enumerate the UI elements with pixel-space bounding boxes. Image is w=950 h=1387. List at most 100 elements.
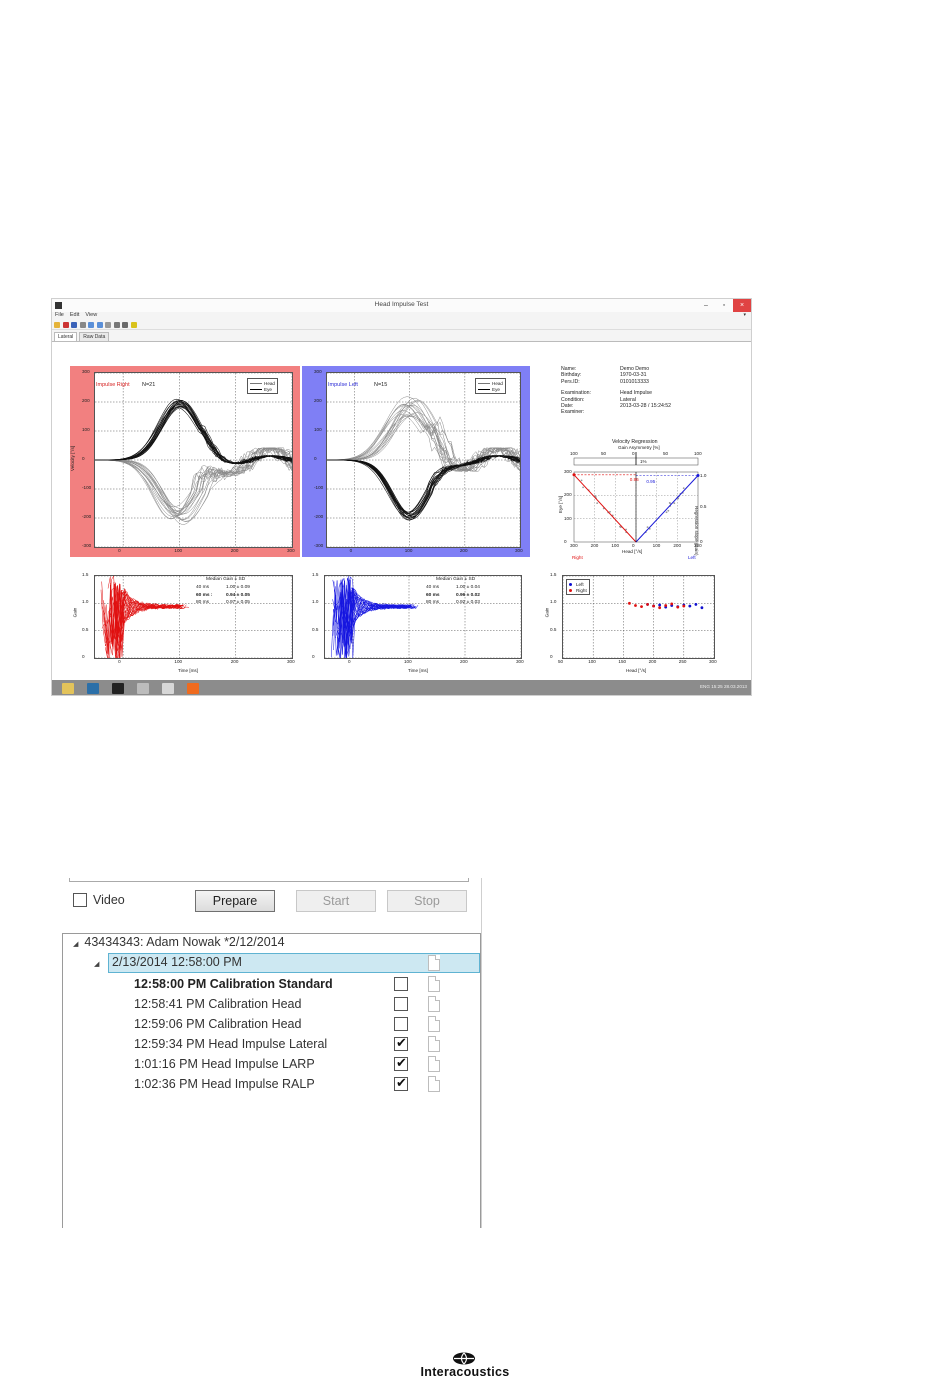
regression-sample xyxy=(609,510,611,513)
recording-item[interactable]: 12:59:06 PM Calibration Head xyxy=(134,1014,301,1034)
menu-file[interactable]: File xyxy=(55,312,64,320)
gain-right-value: 0.96 xyxy=(629,476,639,482)
info-row: Examiner: xyxy=(561,409,671,415)
recording-item[interactable]: 12:58:41 PM Calibration Head xyxy=(134,994,301,1014)
recording-checkbox[interactable] xyxy=(394,997,408,1011)
regression-endpoint xyxy=(572,473,576,477)
asymmetry-tick-label: 100 xyxy=(570,451,578,456)
gain-scatter-ylabel: Gain xyxy=(544,607,550,618)
y-tick-label: 100 xyxy=(564,515,572,521)
document-icon[interactable] xyxy=(428,1076,440,1092)
recording-checkbox[interactable] xyxy=(394,1055,408,1071)
side-left-label: Left xyxy=(688,555,696,560)
recording-checkbox[interactable] xyxy=(394,1075,408,1091)
session-expander[interactable]: ◢ xyxy=(94,955,105,969)
y-tick-label: 300 xyxy=(82,369,90,374)
x-tick-label: 300 xyxy=(515,548,523,553)
x-tick-label: 0 xyxy=(118,659,121,664)
desktop-icon[interactable] xyxy=(87,682,99,694)
file-explorer-icon[interactable] xyxy=(62,682,74,694)
recording-item[interactable]: 1:02:36 PM Head Impulse RALP xyxy=(134,1074,315,1094)
zoom-out-icon[interactable] xyxy=(96,321,103,328)
eye-trace xyxy=(327,414,520,472)
y-tick-label: 0 xyxy=(314,456,317,461)
tab-raw-data[interactable]: Raw Data xyxy=(79,332,110,341)
gain-stats-row: 40 ms 1.00 ± 0.09 xyxy=(196,585,266,593)
gain-right-xlabel: Time [ms] xyxy=(178,668,198,673)
y-tick-label: 0.5 xyxy=(550,626,557,632)
scatter-point xyxy=(682,604,686,608)
recording-item[interactable]: 12:59:34 PM Head Impulse Lateral xyxy=(134,1034,327,1054)
gain-stats-latency: 40 ms xyxy=(426,585,440,590)
settings-icon[interactable] xyxy=(122,321,128,328)
y-tick-label: 0.5 xyxy=(312,626,319,632)
menu-view[interactable]: View xyxy=(85,312,97,320)
y-tick-label: -300 xyxy=(82,543,92,548)
reset-icon[interactable] xyxy=(113,321,120,328)
gain-stats-header: Median Gain ± SD xyxy=(436,577,476,582)
recording-checkbox[interactable] xyxy=(394,977,408,991)
document-icon[interactable] xyxy=(428,955,440,971)
video-checkbox[interactable] xyxy=(73,893,87,907)
print-icon[interactable] xyxy=(79,321,86,328)
info-label: Pers.ID: xyxy=(561,378,580,385)
help-icon[interactable] xyxy=(130,321,137,328)
x-tick-label: 200 xyxy=(459,548,468,553)
save-icon[interactable] xyxy=(71,321,77,328)
recording-item[interactable]: 12:58:00 PM Calibration Standard xyxy=(134,974,333,994)
amazon-icon[interactable] xyxy=(112,682,124,694)
legend-label: Eye xyxy=(492,386,500,392)
maximize-button[interactable]: ▫ xyxy=(715,299,733,312)
video-option[interactable]: Video xyxy=(73,893,125,907)
document-icon[interactable] xyxy=(428,976,440,992)
side-right-label: Right xyxy=(572,555,583,560)
chevron-down-icon[interactable]: ▾ xyxy=(743,312,746,318)
recording-item[interactable]: 1:01:16 PM Head Impulse LARP xyxy=(134,1054,315,1074)
recording-checkbox[interactable] xyxy=(394,1035,408,1051)
session-tree: ◢ 43434343: Adam Nowak *2/12/2014 ◢ 2/13/… xyxy=(62,933,481,1228)
tray-language[interactable]: ENG xyxy=(700,684,710,689)
start-button[interactable]: Start xyxy=(296,890,376,912)
patient-node[interactable]: ◢ 43434343: Adam Nowak *2/12/2014 xyxy=(73,935,285,949)
expanded-triangle-icon[interactable]: ◢ xyxy=(94,961,99,968)
open-folder-icon[interactable] xyxy=(54,321,60,328)
y-tick-label: 1.0 xyxy=(550,599,557,605)
gain-stats-row: 80 ms 0.97 ± 0.05 xyxy=(196,600,266,608)
zoom-in-icon[interactable] xyxy=(88,321,94,328)
x-tick-label: 300 xyxy=(287,659,295,664)
regression-sample xyxy=(667,509,670,512)
prepare-button[interactable]: Prepare xyxy=(195,890,275,912)
x-tick-label: 200 xyxy=(590,543,599,548)
results-area: Velocity [°/s] 0 100 200 300 300 200 100 0 -100 -… xyxy=(52,341,751,680)
minimize-button[interactable]: – xyxy=(697,299,715,312)
scatter-point xyxy=(646,603,649,606)
scatter-point xyxy=(658,606,662,610)
gain-stats-latency: 60 ms : xyxy=(196,592,213,598)
plot-legend: Head Eye xyxy=(475,378,506,394)
head-trace xyxy=(327,455,520,516)
window-icon[interactable] xyxy=(162,682,174,694)
session-node[interactable]: 2/13/2014 12:58:00 PM xyxy=(108,953,480,973)
otosuite-icon[interactable] xyxy=(187,682,199,694)
document-icon[interactable] xyxy=(428,1056,440,1072)
document-icon[interactable] xyxy=(428,1036,440,1052)
network-icon[interactable] xyxy=(137,682,149,694)
pan-icon[interactable] xyxy=(105,321,111,328)
menu-edit[interactable]: Edit xyxy=(70,312,79,320)
document-icon[interactable] xyxy=(428,1016,440,1032)
x-tick-label: 100 xyxy=(404,548,413,553)
expanded-triangle-icon[interactable]: ◢ xyxy=(73,941,78,948)
stop-button[interactable]: Stop xyxy=(387,890,467,912)
regression-sample xyxy=(580,479,583,482)
head-trace xyxy=(327,455,520,521)
new-document-icon[interactable] xyxy=(62,321,69,328)
tab-lateral[interactable]: Lateral xyxy=(54,332,78,341)
impulse-right-plot xyxy=(94,372,293,548)
interacoustics-logo-icon xyxy=(453,1352,475,1365)
panel-right-border xyxy=(481,878,494,1228)
recording-checkbox[interactable] xyxy=(394,1017,408,1031)
close-button[interactable]: × xyxy=(733,299,751,312)
asymmetry-axis-label: Gain Asymmetry [%] xyxy=(618,445,660,450)
document-icon[interactable] xyxy=(428,996,440,1012)
regression-xlabel: Head [°/s] xyxy=(622,549,643,554)
